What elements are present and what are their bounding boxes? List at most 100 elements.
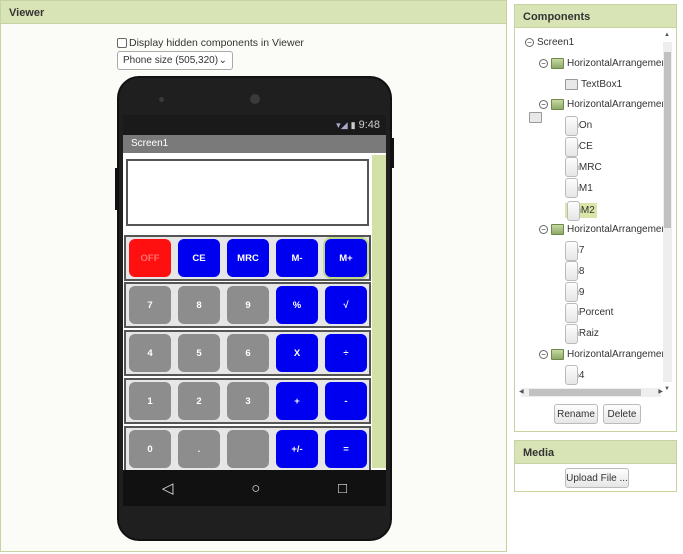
calculator-key[interactable]: 1 <box>129 382 171 420</box>
arrangement-component-icon <box>551 57 564 69</box>
calculator-key[interactable]: √ <box>325 286 367 324</box>
calculator-key[interactable]: X <box>276 334 318 372</box>
calculator-key[interactable] <box>227 430 269 468</box>
tree-item-content[interactable]: HorizontalArrangemer <box>551 349 665 360</box>
tree-item-content[interactable]: Screen1 <box>529 37 575 123</box>
tree-item[interactable]: btnMRC <box>565 157 602 178</box>
tree-item-content[interactable]: btnM2 <box>565 200 597 221</box>
tree-item[interactable]: btn9 <box>565 282 584 303</box>
calculator-key[interactable]: 5 <box>178 334 220 372</box>
scroll-right-arrow-icon[interactable]: ▶ <box>658 388 663 395</box>
vertical-scroll-thumb[interactable] <box>664 52 671 228</box>
phone-status-bar: ▾◢ ▮ 9:48 <box>123 115 386 135</box>
home-icon[interactable]: ○ <box>251 480 260 497</box>
tree-item[interactable]: btnPorcent <box>565 302 613 323</box>
calculator-key[interactable]: . <box>178 430 220 468</box>
recent-apps-icon[interactable]: □ <box>338 480 347 497</box>
calculator-key[interactable]: MRC <box>227 239 269 277</box>
battery-icon: ▮ <box>350 119 356 130</box>
button-component-icon <box>565 261 578 282</box>
tree-item-content[interactable]: TextBox1 <box>565 78 622 90</box>
components-panel: − Screen1− HorizontalArrangemer TextBox1− Ho… <box>514 28 677 432</box>
calculator-key[interactable]: 9 <box>227 286 269 324</box>
tree-item[interactable]: btn4 <box>565 365 584 386</box>
collapse-toggle-icon[interactable]: − <box>539 100 548 110</box>
tree-item[interactable]: − HorizontalArrangemer <box>539 224 665 236</box>
tree-item[interactable]: btn7 <box>565 240 584 261</box>
button-component-icon <box>565 157 578 178</box>
calculator-key[interactable]: ÷ <box>325 334 367 372</box>
tree-item[interactable]: − HorizontalArrangemer <box>539 57 665 69</box>
calculator-key[interactable]: CE <box>178 239 220 277</box>
calculator-key[interactable]: 4 <box>129 334 171 372</box>
horizontal-scroll-thumb[interactable] <box>529 389 641 396</box>
scroll-down-arrow-icon[interactable]: ▼ <box>664 386 670 392</box>
phone-size-select[interactable]: Phone size (505,320) ⌄ <box>117 51 233 70</box>
upload-file-button[interactable]: Upload File ... <box>565 468 629 488</box>
scroll-left-arrow-icon[interactable]: ◀ <box>519 388 524 395</box>
screen-title: Screen1 <box>131 138 169 149</box>
collapse-toggle-icon[interactable]: − <box>539 225 548 235</box>
calculator-key[interactable]: 0 <box>129 430 171 468</box>
calculator-key[interactable]: +/- <box>276 430 318 468</box>
tree-item-content[interactable]: btn7 <box>565 240 584 261</box>
calculator-key[interactable]: 6 <box>227 334 269 372</box>
tree-item[interactable]: btnOn <box>565 115 592 136</box>
calculator-key[interactable]: 7 <box>129 286 171 324</box>
tree-horizontal-scrollbar[interactable]: ◀ ▶ <box>519 388 663 397</box>
tree-item[interactable]: btnRaiz <box>565 323 599 344</box>
tree-item-content[interactable]: HorizontalArrangemer <box>551 99 665 111</box>
tree-item-content[interactable]: btnOn <box>565 115 592 136</box>
calculator-key[interactable]: + <box>276 382 318 420</box>
delete-label: Delete <box>607 408 637 420</box>
tree-item-label: HorizontalArrangemer <box>567 349 665 360</box>
rename-button[interactable]: Rename <box>554 404 598 424</box>
tree-item-label: Screen1 <box>537 37 575 48</box>
scroll-up-arrow-icon[interactable]: ▲ <box>664 32 670 38</box>
collapse-toggle-icon[interactable]: − <box>539 58 548 68</box>
tree-item[interactable]: btnM1 <box>565 178 593 199</box>
tree-item-content[interactable]: HorizontalArrangemer <box>551 224 665 236</box>
display-hidden-checkbox[interactable]: Display hidden components in Viewer <box>117 37 304 49</box>
tree-item-content[interactable]: btn9 <box>565 282 584 303</box>
keypad-row: 1 2 3 + - <box>124 378 371 424</box>
tree-item-content[interactable]: btnRaiz <box>565 323 599 344</box>
tree-item-content[interactable]: btnM1 <box>565 178 593 199</box>
tree-item-content[interactable]: HorizontalArrangemer <box>551 57 665 69</box>
tree-item-content[interactable]: btn4 <box>565 365 584 386</box>
arrangement-component-icon <box>551 99 564 111</box>
tree-item[interactable]: btnM2 <box>565 200 597 221</box>
calculator-key[interactable]: 8 <box>178 286 220 324</box>
tree-item[interactable]: btn8 <box>565 261 584 282</box>
button-component-icon <box>565 365 578 386</box>
tree-item[interactable]: TextBox1 <box>565 78 622 90</box>
delete-button[interactable]: Delete <box>603 404 641 424</box>
back-icon[interactable]: ◁ <box>162 479 174 497</box>
tree-item[interactable]: − HorizontalArrangemer <box>539 349 665 360</box>
tree-vertical-scrollbar[interactable]: ▲ ▼ <box>663 32 672 392</box>
calculator-display[interactable] <box>126 159 369 226</box>
calculator-key[interactable]: 3 <box>227 382 269 420</box>
calculator-key[interactable]: OFF <box>129 239 171 277</box>
calculator-key[interactable]: M+ <box>325 239 367 277</box>
button-component-icon <box>567 200 580 221</box>
viewer-header: Viewer <box>0 0 507 24</box>
collapse-toggle-icon[interactable]: − <box>525 38 534 47</box>
tree-item-content[interactable]: btnPorcent <box>565 302 613 323</box>
tree-item[interactable]: btnCE <box>565 136 593 157</box>
calculator-key[interactable]: = <box>325 430 367 468</box>
calculator-key[interactable]: M- <box>276 239 318 277</box>
tree-item[interactable]: − Screen1 <box>525 37 575 123</box>
calculator-key[interactable]: % <box>276 286 318 324</box>
tree-item-content[interactable]: btnMRC <box>565 157 602 178</box>
collapse-toggle-icon[interactable]: − <box>539 350 548 359</box>
tree-item-content[interactable]: btn8 <box>565 261 584 282</box>
calculator-key[interactable]: - <box>325 382 367 420</box>
arrangement-component-icon <box>551 349 564 360</box>
checkbox-box[interactable] <box>117 38 127 48</box>
calculator-key[interactable]: 2 <box>178 382 220 420</box>
tree-item[interactable]: − HorizontalArrangemer <box>539 99 665 111</box>
textbox-component-icon <box>565 78 578 90</box>
tree-item-content[interactable]: btnCE <box>565 136 593 157</box>
arrangement-strip <box>372 155 386 468</box>
